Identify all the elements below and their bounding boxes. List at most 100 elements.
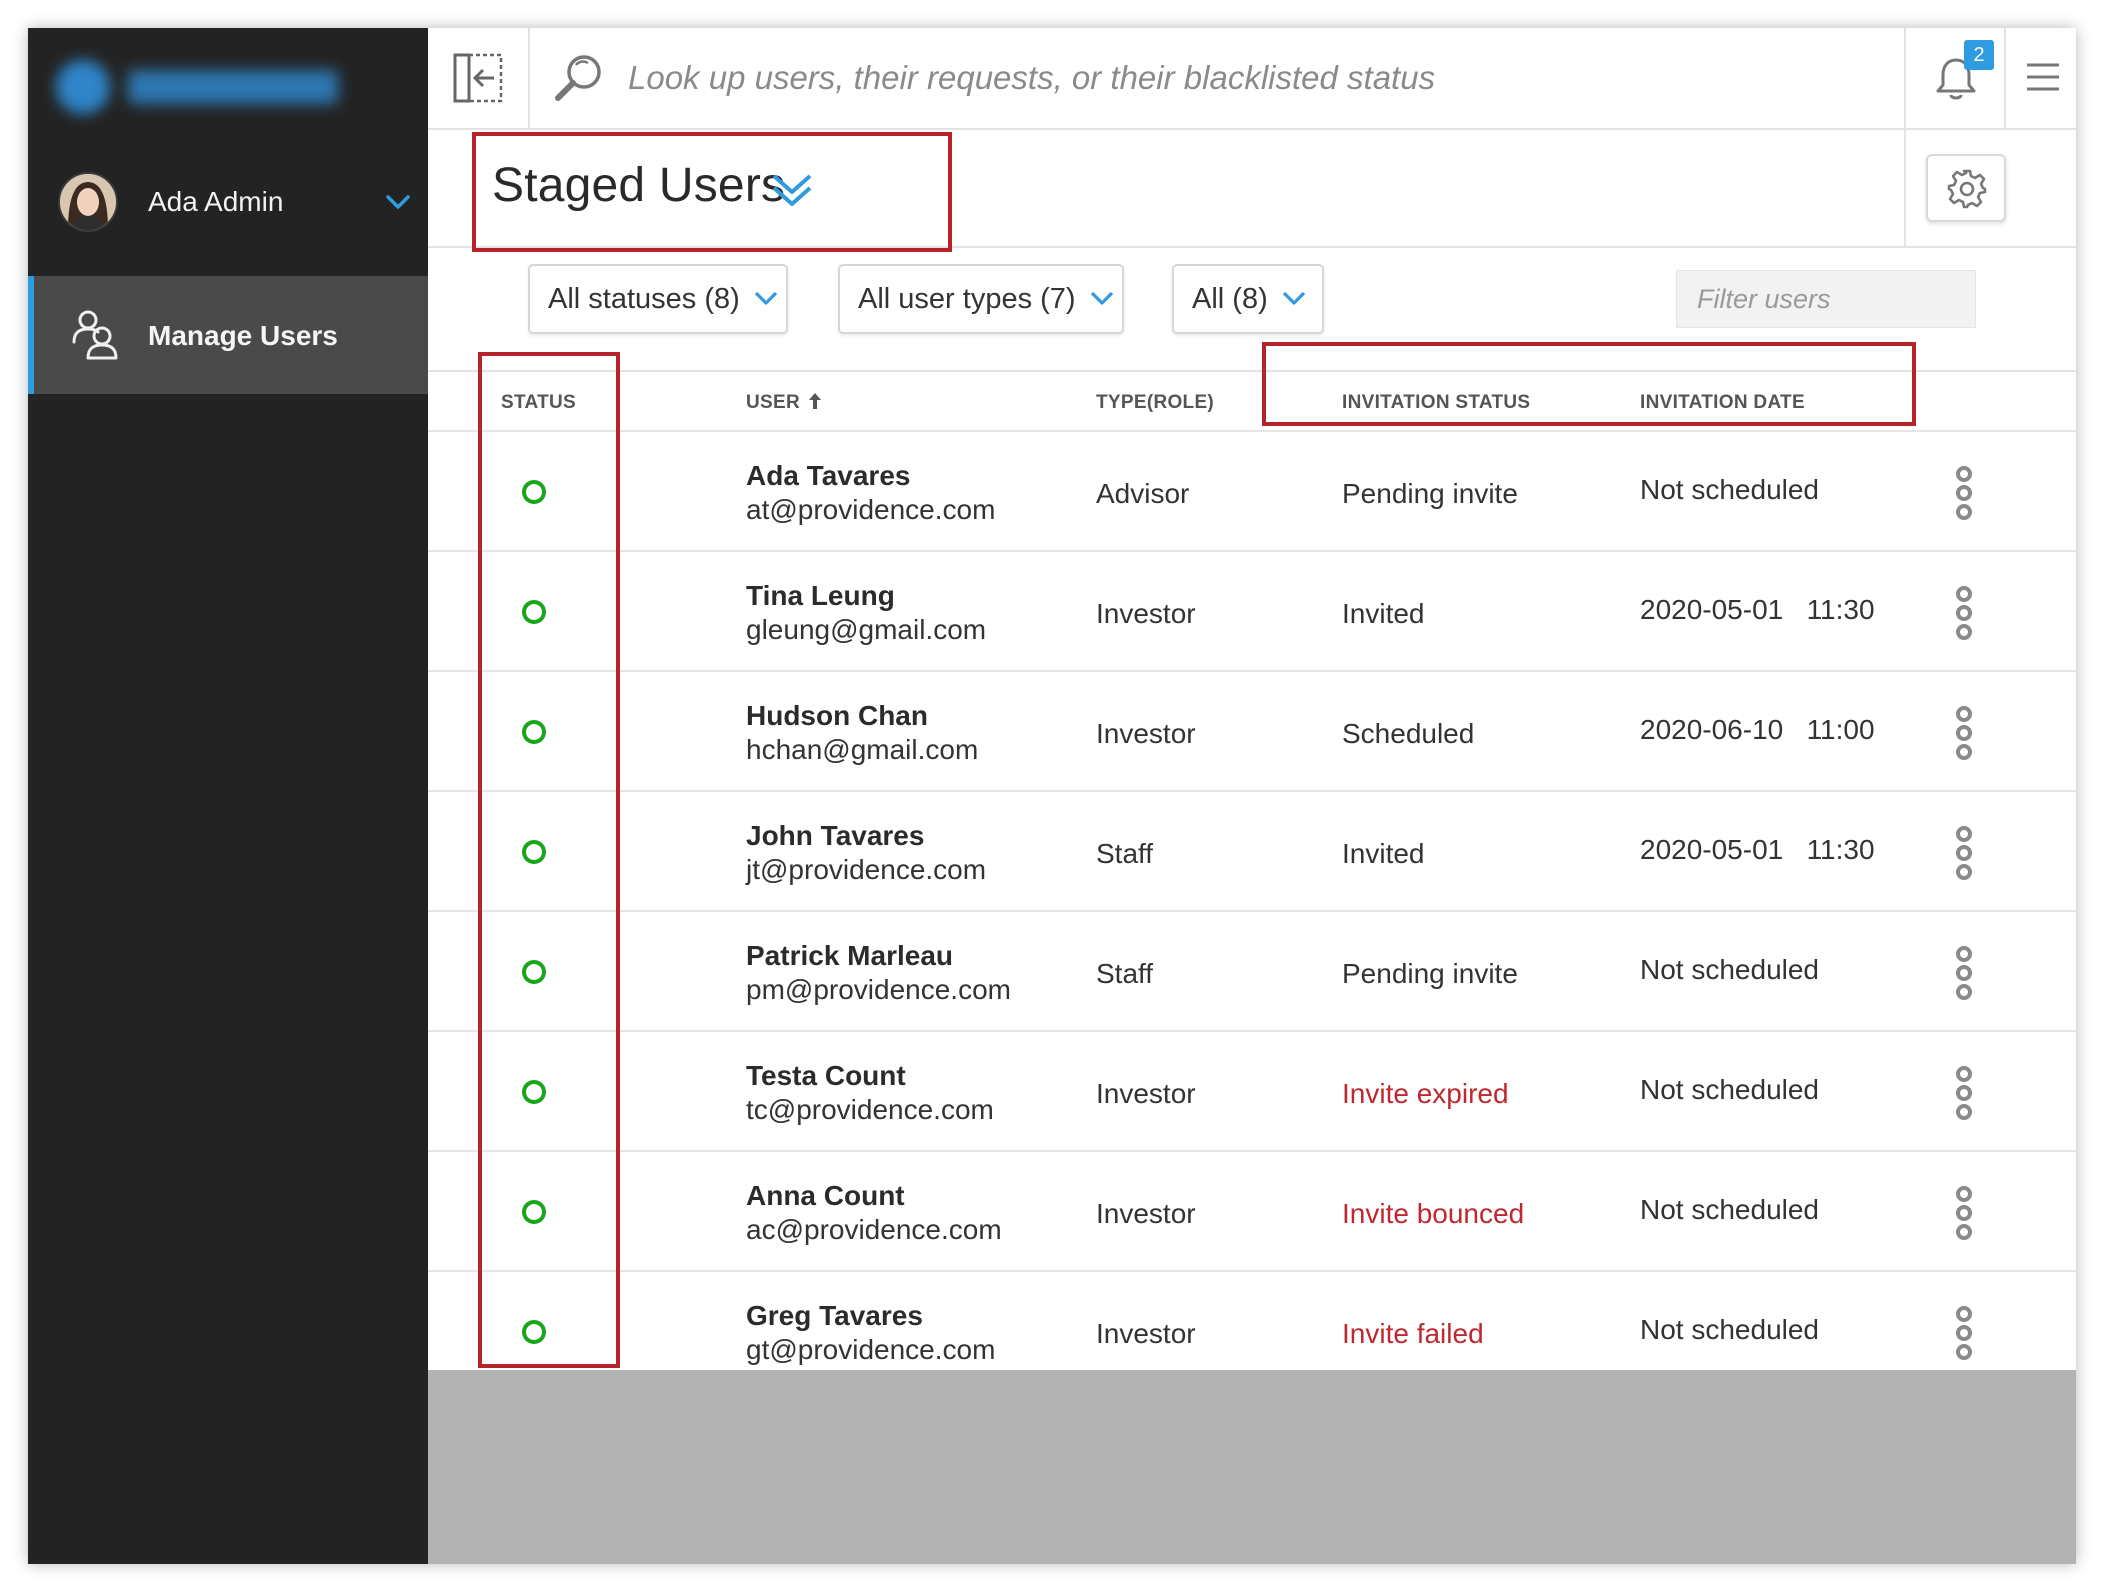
more-options-icon[interactable] <box>1952 826 1976 880</box>
collapse-sidebar-icon <box>453 53 503 103</box>
filter-users-input[interactable] <box>1676 270 1976 328</box>
user-name[interactable]: Ada Tavares <box>746 460 910 492</box>
invitation-status: Scheduled <box>1342 718 1475 749</box>
column-header-user-label: USER <box>746 392 800 413</box>
invitation-status: Invite expired <box>1342 1078 1509 1109</box>
user-name[interactable]: Testa Count <box>746 1060 906 1092</box>
search-input[interactable] <box>628 50 1728 106</box>
invitation-status: Invite bounced <box>1342 1198 1525 1229</box>
invitation-date: Not scheduled <box>1640 1194 1820 1225</box>
table-row[interactable]: Patrick Marleau pm@providence.com Staff Pen… <box>428 912 2076 1032</box>
invitation-date: Not scheduled <box>1640 1074 1820 1105</box>
table-body: Ada Tavares at@providence.com Advisor Pendi… <box>428 432 2076 1392</box>
sidebar: Ada Admin Manage Users <box>28 28 428 1564</box>
invitation-status: Invited <box>1342 598 1425 629</box>
user-email: ac@providence.com <box>746 1214 1002 1245</box>
user-email: at@providence.com <box>746 494 996 525</box>
sidebar-item-label: Manage Users <box>148 320 338 351</box>
table-row[interactable]: Ada Tavares at@providence.com Advisor Pendi… <box>428 432 2076 552</box>
active-indicator <box>28 276 34 394</box>
user-type: Investor <box>1096 1078 1196 1109</box>
table-row[interactable]: Anna Count ac@providence.com Investor Invit… <box>428 1152 2076 1272</box>
page-title-dropdown[interactable]: Staged Users <box>492 158 812 218</box>
status-filter-label: All statuses (8) <box>548 283 740 315</box>
hamburger-menu-icon <box>2027 63 2059 91</box>
chevron-down-icon[interactable] <box>384 188 412 216</box>
column-header-type[interactable]: TYPE(ROLE) <box>1096 392 1214 414</box>
column-header-status[interactable]: STATUS <box>501 392 576 414</box>
more-options-icon[interactable] <box>1952 1306 1976 1360</box>
user-name[interactable]: Anna Count <box>746 1180 905 1212</box>
collapse-sidebar-button[interactable] <box>428 28 530 128</box>
user-type-filter-dropdown[interactable]: All user types (7) <box>838 264 1124 334</box>
status-indicator <box>522 840 546 864</box>
invitation-status: Invite failed <box>1342 1318 1484 1349</box>
user-email: jt@providence.com <box>746 854 987 885</box>
status-indicator <box>522 600 546 624</box>
sidebar-item-manage-users[interactable]: Manage Users <box>28 276 428 394</box>
table-row[interactable]: John Tavares jt@providence.com Staff Invite… <box>428 792 2076 912</box>
more-options-icon[interactable] <box>1952 466 1976 520</box>
user-email: gleung@gmail.com <box>746 614 987 645</box>
column-header-invitation-date[interactable]: INVITATION DATE <box>1640 392 1805 414</box>
users-table: STATUS USER TYPE(ROLE) INVITATION STATUS… <box>428 372 2076 1392</box>
search-icon <box>555 55 601 101</box>
user-type: Staff <box>1096 958 1154 989</box>
users-icon <box>72 310 118 360</box>
user-menu[interactable]: Ada Admin <box>28 142 428 276</box>
user-email: hchan@gmail.com <box>746 734 979 765</box>
invitation-status: Invited <box>1342 838 1425 869</box>
gear-icon <box>1947 169 1987 209</box>
more-options-icon[interactable] <box>1952 1186 1976 1240</box>
user-type: Investor <box>1096 598 1196 629</box>
all-filter-label: All (8) <box>1192 283 1268 315</box>
brand-logo[interactable] <box>48 50 358 124</box>
filter-bar: All statuses (8) All user types (7) All … <box>428 248 2076 372</box>
invitation-date: 2020-05-01 11:30 <box>1640 834 1875 865</box>
notifications-button[interactable]: 2 <box>1904 28 2004 128</box>
user-type: Investor <box>1096 1318 1196 1349</box>
all-filter-dropdown[interactable]: All (8) <box>1172 264 1324 334</box>
column-header-user[interactable]: USER <box>746 392 822 414</box>
user-name[interactable]: John Tavares <box>746 820 924 852</box>
main-menu-button[interactable] <box>2004 28 2076 128</box>
double-chevron-down-icon <box>772 174 812 206</box>
user-type: Investor <box>1096 1198 1196 1229</box>
status-indicator <box>522 1320 546 1344</box>
invitation-date: Not scheduled <box>1640 1314 1820 1345</box>
more-options-icon[interactable] <box>1952 706 1976 760</box>
status-filter-dropdown[interactable]: All statuses (8) <box>528 264 788 334</box>
settings-button[interactable] <box>1926 154 2006 222</box>
status-indicator <box>522 480 546 504</box>
column-header-invitation-status[interactable]: INVITATION STATUS <box>1342 392 1530 414</box>
user-type: Staff <box>1096 838 1154 869</box>
table-row[interactable]: Testa Count tc@providence.com Investor Invi… <box>428 1032 2076 1152</box>
logo-mark <box>56 60 110 114</box>
chevron-down-icon <box>754 292 777 305</box>
chevron-down-icon <box>1090 292 1113 305</box>
user-name: Ada Admin <box>148 186 284 217</box>
invitation-date: Not scheduled <box>1640 474 1820 505</box>
table-header: STATUS USER TYPE(ROLE) INVITATION STATUS… <box>428 372 2076 432</box>
top-bar: 2 <box>428 28 2076 130</box>
user-email: pm@providence.com <box>746 974 1011 1005</box>
settings-area <box>1904 130 2076 246</box>
user-name[interactable]: Hudson Chan <box>746 700 928 732</box>
user-email: tc@providence.com <box>746 1094 994 1125</box>
invitation-status: Pending invite <box>1342 478 1518 509</box>
user-email: gt@providence.com <box>746 1334 996 1365</box>
page-header: Staged Users <box>428 130 2076 248</box>
status-indicator <box>522 960 546 984</box>
more-options-icon[interactable] <box>1952 946 1976 1000</box>
table-row[interactable]: Tina Leung gleung@gmail.com Investor Invite… <box>428 552 2076 672</box>
status-indicator <box>522 1200 546 1224</box>
user-type: Investor <box>1096 718 1196 749</box>
invitation-date: 2020-05-01 11:30 <box>1640 594 1875 625</box>
more-options-icon[interactable] <box>1952 586 1976 640</box>
more-options-icon[interactable] <box>1952 1066 1976 1120</box>
user-name[interactable]: Tina Leung <box>746 580 895 612</box>
user-name[interactable]: Patrick Marleau <box>746 940 953 972</box>
user-name[interactable]: Greg Tavares <box>746 1300 923 1332</box>
table-row[interactable]: Hudson Chan hchan@gmail.com Investor Schedu… <box>428 672 2076 792</box>
chevron-down-icon <box>1282 292 1305 305</box>
